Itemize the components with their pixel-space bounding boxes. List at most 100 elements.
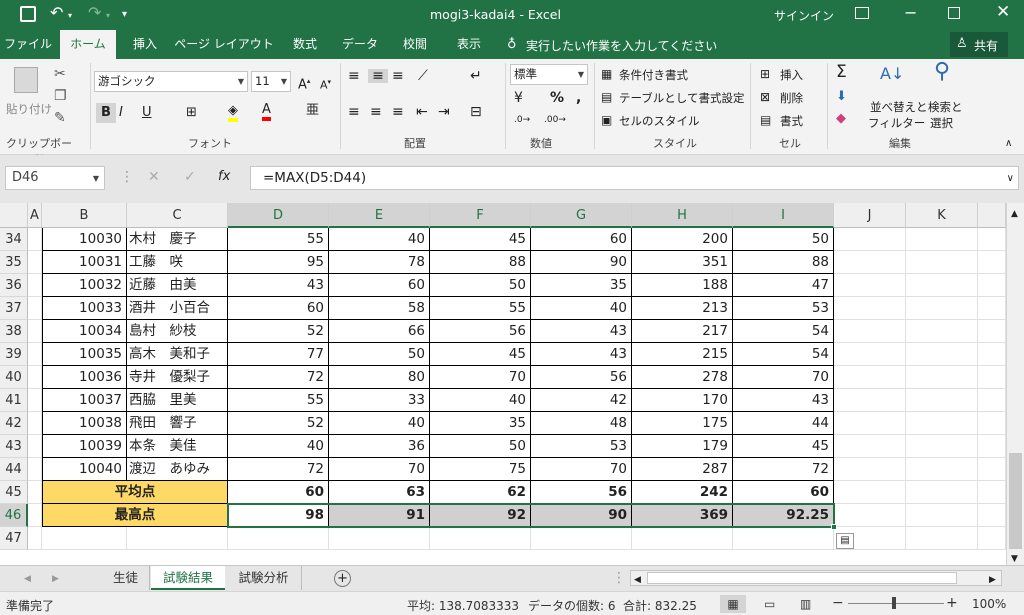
cell-empty[interactable]	[978, 320, 1006, 343]
cell-empty[interactable]	[834, 366, 906, 389]
cell-student-name[interactable]: 西脇 里美	[127, 389, 228, 412]
format-cells-button[interactable]: 書式	[780, 113, 803, 129]
merge-center-icon[interactable]: ⊟	[470, 105, 482, 119]
column-header-a[interactable]: A	[28, 203, 42, 228]
cell-empty[interactable]	[978, 389, 1006, 412]
row-header[interactable]: 47	[0, 527, 28, 550]
signin-link[interactable]: サインイン	[774, 7, 834, 24]
cell-empty[interactable]	[906, 320, 978, 343]
row-header[interactable]: 40	[0, 366, 28, 389]
cell-score-e[interactable]: 36	[329, 435, 430, 458]
insert-cells-button[interactable]: 挿入	[780, 67, 803, 83]
scroll-right-icon[interactable]: ▶	[989, 573, 996, 587]
cell-score-f[interactable]: 75	[430, 458, 531, 481]
cell-empty[interactable]	[733, 527, 834, 550]
cell-empty[interactable]	[978, 251, 1006, 274]
cell-student-id[interactable]: 10032	[42, 274, 127, 297]
scroll-down-icon[interactable]: ▼	[1011, 552, 1018, 565]
zoom-level[interactable]: 100%	[972, 597, 1006, 611]
comma-icon[interactable]: ,	[576, 91, 581, 105]
column-header-j[interactable]: J	[834, 203, 906, 228]
enter-formula-icon[interactable]: ✓	[184, 170, 196, 184]
cell-empty[interactable]	[978, 527, 1006, 550]
undo-icon[interactable]: ↶	[50, 5, 63, 21]
row-header[interactable]: 44	[0, 458, 28, 481]
insert-function-icon[interactable]: fx	[218, 170, 230, 184]
sheet-tab-students[interactable]: 生徒	[102, 566, 150, 590]
cell-score-i[interactable]: 43	[733, 389, 834, 412]
cell-empty[interactable]	[834, 412, 906, 435]
cell-score-h[interactable]: 215	[632, 343, 733, 366]
cell-empty[interactable]	[906, 343, 978, 366]
cell-student-name[interactable]: 島村 紗枝	[127, 320, 228, 343]
cell-empty[interactable]	[430, 527, 531, 550]
align-bottom-icon[interactable]: ≡	[392, 69, 404, 83]
cell-student-id[interactable]: 10040	[42, 458, 127, 481]
tab-file[interactable]: ファイル	[0, 30, 56, 59]
cell-empty[interactable]	[28, 320, 42, 343]
cell-score-e[interactable]: 58	[329, 297, 430, 320]
cell-empty[interactable]	[28, 412, 42, 435]
cell-empty[interactable]	[834, 435, 906, 458]
cell-score-i[interactable]: 60	[733, 481, 834, 504]
column-header-f[interactable]: F	[430, 203, 531, 228]
cell-empty[interactable]	[906, 481, 978, 504]
column-header-i[interactable]: I	[733, 203, 834, 228]
cell-score-h[interactable]: 351	[632, 251, 733, 274]
expand-formula-bar-icon[interactable]: ∨	[1007, 172, 1014, 186]
wrap-text-icon[interactable]: ↵	[470, 69, 482, 83]
cell-empty[interactable]	[978, 366, 1006, 389]
cell-score-e[interactable]: 66	[329, 320, 430, 343]
sort-filter-label-2[interactable]: フィルター	[868, 115, 925, 131]
cell-empty[interactable]	[834, 297, 906, 320]
find-select-label-1[interactable]: 検索と	[928, 99, 963, 115]
cell-score-h[interactable]: 188	[632, 274, 733, 297]
cell-styles-button[interactable]: セルのスタイル	[619, 113, 700, 129]
cell-student-name[interactable]: 木村 慶子	[127, 228, 228, 251]
cell-empty[interactable]	[906, 297, 978, 320]
next-sheet-icon[interactable]: ▶	[52, 572, 59, 586]
cell-student-name[interactable]: 渡辺 あゆみ	[127, 458, 228, 481]
cell-score-i[interactable]: 92.25	[733, 504, 834, 527]
cell-score-g[interactable]: 90	[531, 251, 632, 274]
cell-score-h[interactable]: 278	[632, 366, 733, 389]
cell-empty[interactable]	[906, 274, 978, 297]
cell-student-id[interactable]: 10037	[42, 389, 127, 412]
cell-score-f[interactable]: 92	[430, 504, 531, 527]
cell-score-h[interactable]: 217	[632, 320, 733, 343]
page-layout-view-icon[interactable]: ▭	[764, 597, 775, 611]
tab-view[interactable]: 表示	[446, 30, 492, 59]
sheet-tab-analysis[interactable]: 試験分析	[226, 566, 302, 590]
column-header-e[interactable]: E	[329, 203, 430, 228]
fill-icon[interactable]: ⬇	[836, 90, 847, 104]
cell-score-g[interactable]: 42	[531, 389, 632, 412]
cut-icon[interactable]: ✂	[54, 67, 66, 81]
cell-score-f[interactable]: 55	[430, 297, 531, 320]
cell-score-f[interactable]: 50	[430, 274, 531, 297]
cell-score-h[interactable]: 170	[632, 389, 733, 412]
cell-score-d[interactable]: 95	[228, 251, 329, 274]
cell-score-f[interactable]: 62	[430, 481, 531, 504]
row-header[interactable]: 45	[0, 481, 28, 504]
cell-score-f[interactable]: 88	[430, 251, 531, 274]
cell-empty[interactable]	[834, 228, 906, 251]
row-header[interactable]: 38	[0, 320, 28, 343]
cell-empty[interactable]	[228, 527, 329, 550]
cell-score-g[interactable]: 90	[531, 504, 632, 527]
row-header[interactable]: 37	[0, 297, 28, 320]
format-painter-icon[interactable]: ✎	[54, 111, 66, 125]
cell-score-g[interactable]: 48	[531, 412, 632, 435]
delete-cells-button[interactable]: 削除	[780, 90, 803, 106]
add-sheet-icon[interactable]: +	[334, 570, 351, 587]
row-header[interactable]: 35	[0, 251, 28, 274]
column-header-b[interactable]: B	[42, 203, 127, 228]
tab-page-layout[interactable]: ページ レイアウト	[174, 30, 274, 59]
cell-score-d[interactable]: 60	[228, 481, 329, 504]
paste-button[interactable]: 貼り付け	[4, 63, 52, 121]
cell-score-f[interactable]: 45	[430, 228, 531, 251]
cell-empty[interactable]	[978, 504, 1006, 527]
maximize-icon[interactable]	[948, 7, 960, 19]
cell-empty[interactable]	[28, 458, 42, 481]
vertical-scrollbar[interactable]: ▲ ▼	[1006, 203, 1024, 565]
fill-color-icon[interactable]: ◈	[228, 104, 238, 122]
